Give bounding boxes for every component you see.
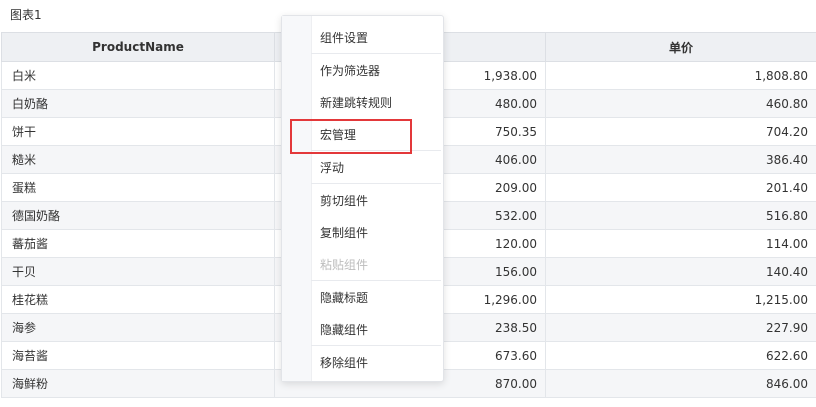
menu-item-paste-component: 粘贴组件 (320, 258, 369, 272)
cell-unit-price: 114.00 (545, 229, 816, 258)
highlight-box (290, 119, 412, 154)
menu-item-remove-component[interactable]: 移除组件 (320, 354, 368, 372)
cell-product-name: 海参 (1, 313, 275, 342)
panel-title: 图表1 (10, 8, 42, 22)
context-menu: 组件设置 作为筛选器 新建跳转规则 宏管理 浮动 剪切组件 复制组件 粘贴组件 … (281, 15, 444, 382)
menu-separator (311, 53, 441, 54)
cell-product-name: 干贝 (1, 257, 275, 286)
menu-separator (311, 280, 441, 281)
column-header-productname[interactable]: ProductName (1, 32, 275, 62)
cell-product-name: 白奶酪 (1, 89, 275, 118)
column-header-unit-price[interactable]: 单价 (545, 32, 816, 62)
menu-item-component-settings[interactable]: 组件设置 (320, 29, 368, 47)
cell-product-name: 海苔酱 (1, 341, 275, 370)
menu-separator (311, 345, 441, 346)
cell-product-name: 德国奶酪 (1, 201, 275, 230)
menu-item-new-jump-rule[interactable]: 新建跳转规则 (320, 94, 392, 112)
menu-item-hide-component[interactable]: 隐藏组件 (320, 321, 368, 339)
cell-product-name: 桂花糕 (1, 285, 275, 314)
cell-product-name: 饼干 (1, 117, 275, 146)
menu-item-copy-component[interactable]: 复制组件 (320, 224, 368, 242)
cell-unit-price: 201.40 (545, 173, 816, 202)
cell-unit-price: 227.90 (545, 313, 816, 342)
cell-product-name: 蕃茄酱 (1, 229, 275, 258)
cell-unit-price: 460.80 (545, 89, 816, 118)
cell-unit-price: 386.40 (545, 145, 816, 174)
cell-product-name: 糙米 (1, 145, 275, 174)
menu-item-as-filter[interactable]: 作为筛选器 (320, 62, 380, 80)
menu-item-cut-component[interactable]: 剪切组件 (320, 192, 368, 210)
menu-separator (311, 183, 441, 184)
cell-unit-price: 1,215.00 (545, 285, 816, 314)
cell-product-name: 白米 (1, 61, 275, 90)
cell-unit-price: 1,808.80 (545, 61, 816, 90)
cell-product-name: 海鲜粉 (1, 369, 275, 398)
cell-unit-price: 140.40 (545, 257, 816, 286)
context-menu-icon-gutter (282, 16, 312, 381)
menu-item-float[interactable]: 浮动 (320, 159, 344, 177)
menu-item-hide-title[interactable]: 隐藏标题 (320, 289, 368, 307)
cell-unit-price: 516.80 (545, 201, 816, 230)
cell-unit-price: 846.00 (545, 369, 816, 398)
cell-product-name: 蛋糕 (1, 173, 275, 202)
cell-unit-price: 704.20 (545, 117, 816, 146)
cell-unit-price: 622.60 (545, 341, 816, 370)
